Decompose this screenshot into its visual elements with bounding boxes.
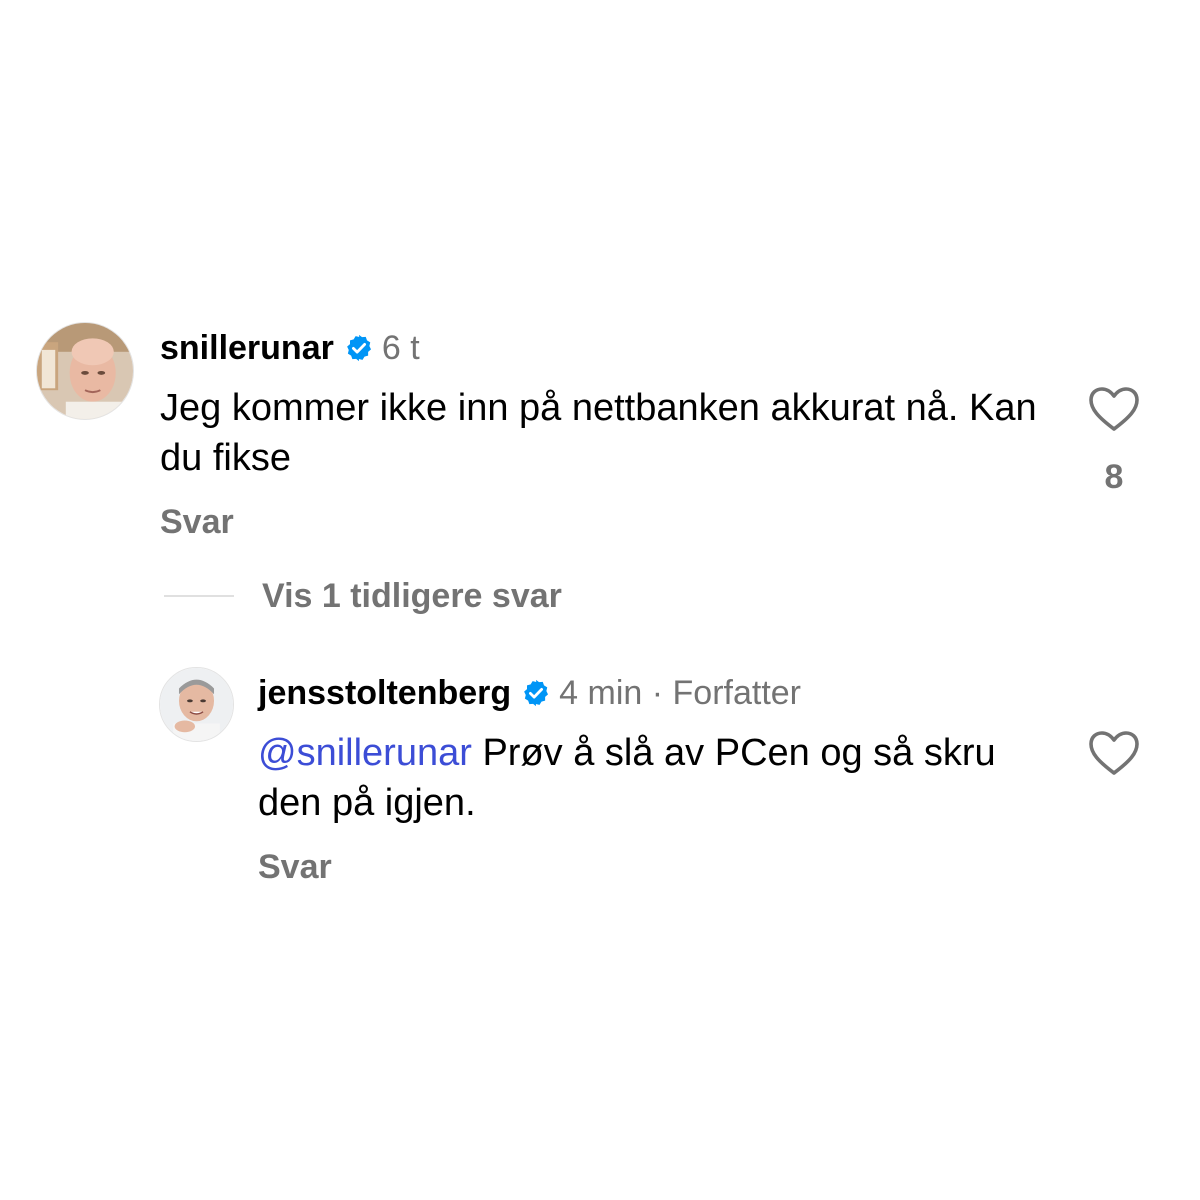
avatar-snillerunar[interactable] <box>36 322 134 420</box>
mention-link[interactable]: @snillerunar <box>258 732 472 774</box>
comment-time: 6 t <box>381 329 420 367</box>
reply-meta: 4 min · Forfatter <box>559 674 802 712</box>
reply-header: jensstoltenberg 4 min · Forfatter <box>258 673 801 713</box>
username[interactable]: jensstoltenberg <box>258 673 511 713</box>
like-count: 8 <box>1104 458 1124 496</box>
username[interactable]: snillerunar <box>160 328 334 368</box>
reply-button[interactable]: Svar <box>160 502 234 542</box>
reply-text: @snillerunar Prøv å slå av PCen og så sk… <box>258 728 1038 828</box>
verified-badge-icon <box>521 678 551 708</box>
show-previous-replies-button[interactable]: Vis 1 tidligere svar <box>262 576 562 616</box>
heart-outline-icon[interactable] <box>1088 730 1140 776</box>
comment-text: Jeg kommer ikke inn på nettbanken akkura… <box>160 387 1037 479</box>
avatar-jensstoltenberg[interactable] <box>159 667 234 742</box>
verified-badge-icon <box>344 333 374 363</box>
heart-outline-icon[interactable] <box>1088 386 1140 432</box>
comment-header: snillerunar 6 t <box>160 328 420 368</box>
reply-button[interactable]: Svar <box>258 847 332 887</box>
thread-divider <box>164 595 234 597</box>
